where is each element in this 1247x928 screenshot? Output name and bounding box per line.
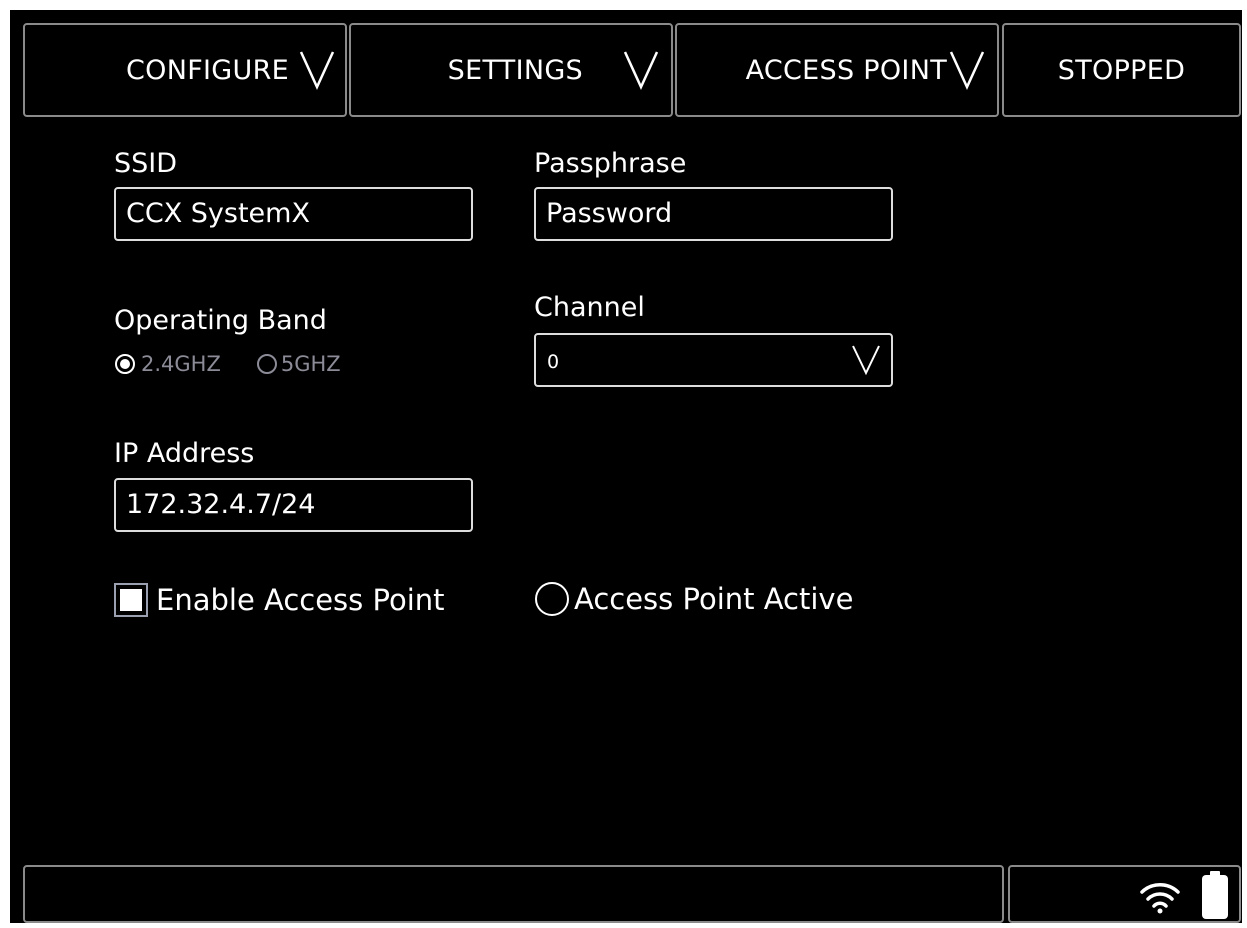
access-point-active-label: Access Point Active <box>574 582 854 616</box>
tab-status[interactable]: STOPPED <box>1002 23 1241 117</box>
tab-configure-label: CONFIGURE <box>126 54 289 86</box>
passphrase-label: Passphrase <box>534 148 687 179</box>
status-icons-bar <box>1008 865 1241 923</box>
wifi-icon <box>1140 883 1180 914</box>
chevron-down-icon <box>852 345 880 376</box>
chevron-down-icon <box>623 51 659 90</box>
tab-configure[interactable]: CONFIGURE <box>23 23 347 117</box>
tab-access-point[interactable]: ACCESS POINT <box>675 23 999 117</box>
enable-access-point-label: Enable Access Point <box>156 583 445 617</box>
tab-settings-label: SETTINGS <box>447 54 583 86</box>
checkbox-checked-indicator <box>120 589 142 611</box>
operating-band-radio-group: 2.4GHZ 5GHZ <box>114 352 341 376</box>
enable-access-point-row[interactable]: Enable Access Point <box>114 583 445 617</box>
access-point-active-indicator: Access Point Active <box>534 581 853 617</box>
radio-5ghz-label: 5GHZ <box>280 352 341 376</box>
ssid-input[interactable]: CCX SystemX <box>114 187 473 241</box>
radio-selected-icon <box>115 354 135 374</box>
radio-unselected-icon <box>256 354 277 374</box>
passphrase-input[interactable]: Password <box>534 187 893 241</box>
ip-address-label: IP Address <box>114 438 255 469</box>
status-circle-icon <box>535 582 569 616</box>
radio-2-4ghz-label: 2.4GHZ <box>141 352 221 376</box>
channel-select[interactable]: 0 <box>534 333 893 387</box>
chevron-down-icon <box>949 51 985 90</box>
operating-band-label: Operating Band <box>114 305 327 336</box>
battery-icon <box>1202 871 1228 919</box>
channel-label: Channel <box>534 292 645 323</box>
channel-value: 0 <box>547 351 560 373</box>
status-label: STOPPED <box>1057 54 1186 86</box>
tab-access-point-label: ACCESS POINT <box>745 54 947 86</box>
status-message-bar <box>23 865 1004 923</box>
tab-settings[interactable]: SETTINGS <box>349 23 673 117</box>
radio-2-4ghz[interactable]: 2.4GHZ <box>114 352 221 376</box>
enable-access-point-checkbox[interactable] <box>114 583 148 617</box>
screen: CONFIGURE SETTINGS ACCESS POINT STOPPED … <box>10 10 1242 923</box>
ssid-label: SSID <box>114 148 178 179</box>
ip-address-input[interactable]: 172.32.4.7/24 <box>114 478 473 532</box>
radio-5ghz[interactable]: 5GHZ <box>256 352 341 376</box>
chevron-down-icon <box>299 51 335 90</box>
